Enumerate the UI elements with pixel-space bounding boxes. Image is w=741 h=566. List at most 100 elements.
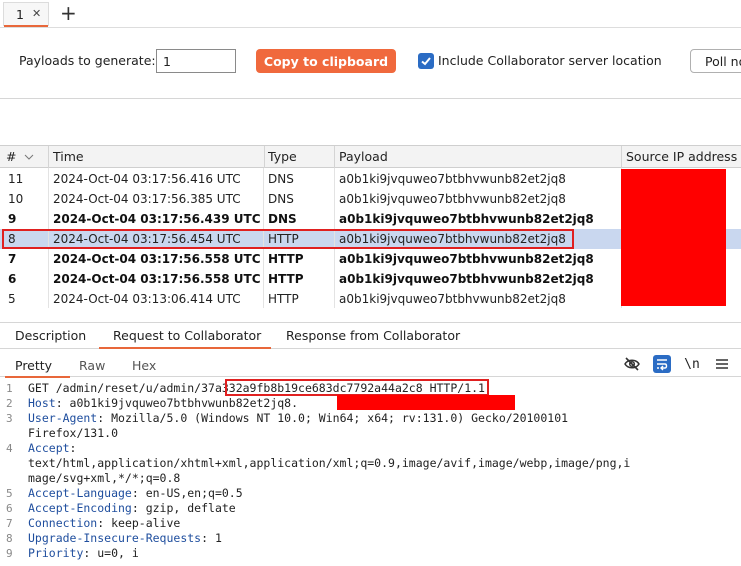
row-time: 2024-Oct-04 03:17:56.558 UTC bbox=[53, 272, 261, 286]
request-line: GET /admin/reset/u/admin/37a332a9fb8b19c… bbox=[28, 381, 485, 395]
detail-tab-bar: Description Request to Collaborator Resp… bbox=[0, 322, 741, 349]
row-payload: a0b1ki9jvquweo7btbhvwunb82et2jq8 bbox=[339, 272, 594, 286]
column-divider bbox=[334, 168, 335, 308]
add-tab-icon[interactable]: + bbox=[60, 1, 77, 25]
accept-encoding-header: Accept-Encoding: gzip, deflate bbox=[28, 501, 236, 515]
tab-strip: 1 ✕ + bbox=[0, 0, 741, 28]
header-name: Accept bbox=[28, 441, 70, 455]
column-header-time[interactable]: Time bbox=[47, 146, 265, 168]
line-number: 4 bbox=[6, 442, 13, 455]
header-name: Connection bbox=[28, 516, 98, 530]
menu-icon[interactable] bbox=[711, 353, 733, 375]
tab-request-to-collaborator[interactable]: Request to Collaborator bbox=[113, 328, 261, 343]
reset-token: 37a332a9fb8b19ce683dc7792a44a2c8 bbox=[201, 381, 423, 395]
tab-response-from-collaborator[interactable]: Response from Collaborator bbox=[286, 328, 460, 343]
header-name: User-Agent bbox=[28, 411, 98, 425]
row-time: 2024-Oct-04 03:17:56.558 UTC bbox=[53, 252, 261, 266]
include-location-checkbox[interactable] bbox=[418, 53, 434, 69]
column-header-type[interactable]: Type bbox=[262, 146, 335, 168]
row-type: DNS bbox=[268, 212, 297, 226]
line-number: 3 bbox=[6, 412, 13, 425]
line-number: 9 bbox=[6, 547, 13, 560]
payloads-label: Payloads to generate: bbox=[19, 53, 156, 68]
row-time: 2024-Oct-04 03:17:56.454 UTC bbox=[53, 232, 241, 246]
divider bbox=[0, 98, 741, 99]
row-number: 8 bbox=[8, 232, 16, 246]
header-name: Upgrade-Insecure-Requests bbox=[28, 531, 202, 545]
tab-pretty[interactable]: Pretty bbox=[4, 358, 71, 378]
accept-header: Accept: bbox=[28, 441, 76, 455]
http-version: HTTP/1.1 bbox=[422, 381, 485, 395]
tab-raw[interactable]: Raw bbox=[79, 358, 105, 373]
line-number: 7 bbox=[6, 517, 13, 530]
column-header-number[interactable]: # bbox=[0, 146, 49, 168]
row-type: HTTP bbox=[268, 272, 304, 286]
line-number: 8 bbox=[6, 532, 13, 545]
row-type: HTTP bbox=[268, 232, 299, 246]
header-name: Accept-Encoding bbox=[28, 501, 132, 515]
row-time: 2024-Oct-04 03:17:56.416 UTC bbox=[53, 172, 241, 186]
header-name: Host bbox=[28, 396, 56, 410]
newline-icon[interactable]: \n bbox=[681, 353, 703, 375]
tab-1[interactable]: 1 ✕ bbox=[3, 2, 49, 27]
row-number: 5 bbox=[8, 292, 16, 306]
header-value-continued: Firefox/131.0 bbox=[28, 426, 119, 440]
column-header-payload[interactable]: Payload bbox=[333, 146, 622, 168]
request-path: GET /admin/reset/u/admin/ bbox=[28, 381, 202, 395]
line-number: 2 bbox=[6, 397, 13, 410]
row-payload: a0b1ki9jvquweo7btbhvwunb82et2jq8 bbox=[339, 232, 566, 246]
payloads-count-input[interactable] bbox=[156, 49, 236, 73]
row-payload: a0b1ki9jvquweo7btbhvwunb82et2jq8 bbox=[339, 192, 566, 206]
row-payload: a0b1ki9jvquweo7btbhvwunb82et2jq8 bbox=[339, 292, 566, 306]
eye-off-icon[interactable] bbox=[621, 353, 643, 375]
tab-label: 1 bbox=[16, 7, 24, 22]
connection-header: Connection: keep-alive bbox=[28, 516, 180, 530]
include-location-label: Include Collaborator server location bbox=[438, 53, 662, 68]
row-type: HTTP bbox=[268, 252, 304, 266]
header-value: : Mozilla/5.0 (Windows NT 10.0; Win64; x… bbox=[97, 411, 569, 425]
row-number: 11 bbox=[8, 172, 24, 186]
column-header-label: # bbox=[6, 149, 17, 164]
column-divider bbox=[48, 168, 49, 308]
priority-header: Priority: u=0, i bbox=[28, 546, 139, 560]
row-type: HTTP bbox=[268, 292, 299, 306]
line-number: 5 bbox=[6, 487, 13, 500]
accept-language-header: Accept-Language: en-US,en;q=0.5 bbox=[28, 486, 243, 500]
wrap-icon[interactable] bbox=[651, 353, 673, 375]
header-name: Accept-Language bbox=[28, 486, 132, 500]
header-value: : u=0, i bbox=[83, 546, 139, 560]
row-time: 2024-Oct-04 03:13:06.414 UTC bbox=[53, 292, 241, 306]
row-type: DNS bbox=[268, 172, 294, 186]
copy-to-clipboard-button[interactable]: Copy to clipboard bbox=[256, 49, 396, 73]
header-name: Priority bbox=[28, 546, 84, 560]
close-icon[interactable]: ✕ bbox=[32, 7, 41, 20]
header-value-continued: mage/svg+xml,*/*;q=0.8 bbox=[28, 471, 181, 485]
user-agent-header: User-Agent: Mozilla/5.0 (Windows NT 10.0… bbox=[28, 411, 568, 425]
header-value: : bbox=[69, 441, 77, 455]
column-header-source-ip[interactable]: Source IP address bbox=[620, 146, 741, 168]
header-value: : keep-alive bbox=[97, 516, 181, 530]
row-payload: a0b1ki9jvquweo7btbhvwunb82et2jq8 bbox=[339, 212, 594, 226]
chevron-down-icon bbox=[25, 154, 34, 160]
interactions-table-header: # Time Type Payload Source IP address bbox=[0, 145, 741, 168]
row-number: 6 bbox=[8, 272, 17, 286]
redacted-source-ip bbox=[621, 169, 726, 306]
header-value: : gzip, deflate bbox=[131, 501, 236, 515]
tab-description[interactable]: Description bbox=[15, 328, 86, 343]
host-header: Host: a0b1ki9jvquweo7btbhvwunb82et2jq8. bbox=[28, 396, 298, 410]
line-number: 1 bbox=[6, 382, 13, 395]
upgrade-insecure-requests-header: Upgrade-Insecure-Requests: 1 bbox=[28, 531, 222, 545]
line-number: 6 bbox=[6, 502, 13, 515]
header-value-continued: text/html,application/xhtml+xml,applicat… bbox=[28, 456, 631, 470]
column-divider bbox=[263, 168, 264, 308]
header-value: : 1 bbox=[201, 531, 222, 545]
tab-active-indicator bbox=[4, 25, 48, 27]
row-number: 9 bbox=[8, 212, 17, 226]
tab-hex[interactable]: Hex bbox=[132, 358, 156, 373]
checkmark-icon bbox=[421, 57, 431, 66]
poll-now-button[interactable]: Poll no bbox=[690, 49, 741, 73]
row-payload: a0b1ki9jvquweo7btbhvwunb82et2jq8 bbox=[339, 252, 594, 266]
header-value: : a0b1ki9jvquweo7btbhvwunb82et2jq8. bbox=[55, 396, 299, 410]
row-type: DNS bbox=[268, 192, 294, 206]
row-number: 10 bbox=[8, 192, 24, 206]
